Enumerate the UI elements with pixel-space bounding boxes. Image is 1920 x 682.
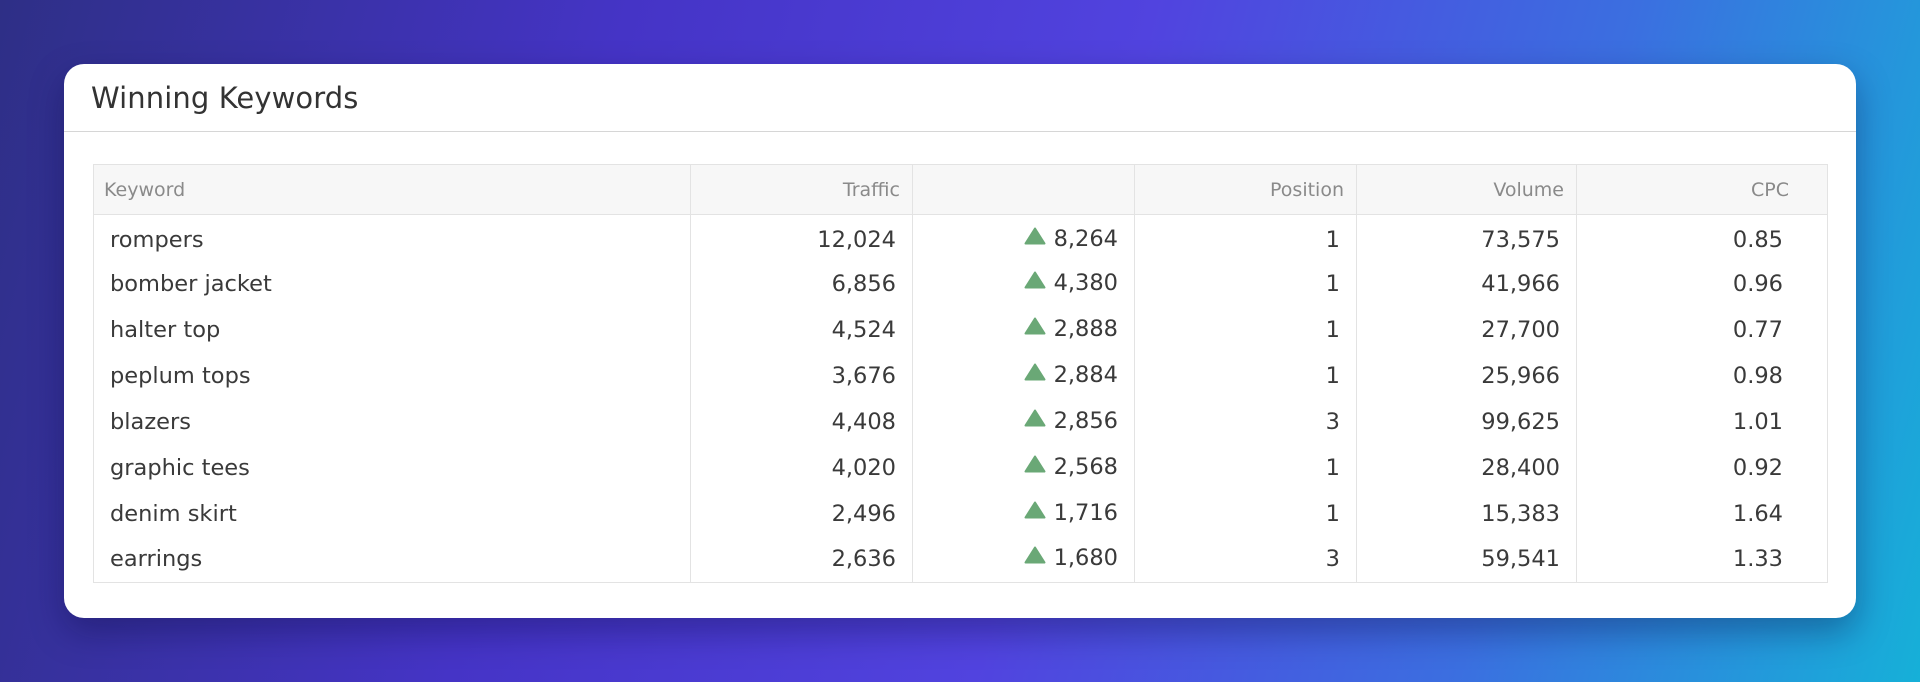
column-header-keyword[interactable]: Keyword: [93, 164, 691, 215]
volume-cell: 73,575: [1356, 214, 1577, 261]
keyword-cell: rompers: [93, 214, 691, 261]
card-header: Winning Keywords: [64, 64, 1856, 132]
triangle-up-icon: [1024, 227, 1046, 245]
change-value: 1,716: [1053, 499, 1118, 526]
table-header: Keyword Traffic Position Volume CPC: [93, 164, 1828, 215]
column-header-cpc[interactable]: CPC: [1576, 164, 1828, 215]
triangle-up-icon: [1024, 455, 1046, 473]
winning-keywords-card: Winning Keywords Keyword Traffic Positio…: [64, 64, 1856, 618]
traffic-cell: 3,676: [690, 352, 913, 399]
change-cell: 2,884: [912, 352, 1135, 399]
change-cell: 2,856: [912, 398, 1135, 445]
cpc-cell: 0.96: [1576, 260, 1828, 307]
keywords-table-container: Keyword Traffic Position Volume CPC romp…: [93, 164, 1828, 583]
keywords-table: Keyword Traffic Position Volume CPC romp…: [93, 164, 1828, 583]
position-cell: 1: [1134, 260, 1357, 307]
cpc-cell: 1.33: [1576, 536, 1828, 583]
cpc-cell: 0.85: [1576, 214, 1828, 261]
traffic-cell: 2,636: [690, 536, 913, 583]
table-row[interactable]: graphic tees 4,020 2,568 1 28,400 0.92: [93, 444, 1828, 491]
volume-cell: 25,966: [1356, 352, 1577, 399]
change-value: 8,264: [1053, 225, 1118, 252]
cpc-cell: 1.01: [1576, 398, 1828, 445]
table-row[interactable]: halter top 4,524 2,888 1 27,700 0.77: [93, 306, 1828, 353]
position-cell: 1: [1134, 490, 1357, 537]
table-row[interactable]: blazers 4,408 2,856 3 99,625 1.01: [93, 398, 1828, 445]
triangle-up-icon: [1024, 546, 1046, 564]
position-cell: 1: [1134, 306, 1357, 353]
keyword-cell: blazers: [93, 398, 691, 445]
keyword-cell: halter top: [93, 306, 691, 353]
table-row[interactable]: denim skirt 2,496 1,716 1 15,383 1.64: [93, 490, 1828, 537]
table-row[interactable]: rompers 12,024 8,264 1 73,575 0.85: [93, 214, 1828, 261]
change-value-group: 1,680: [1024, 545, 1118, 571]
change-value: 2,884: [1053, 361, 1118, 388]
cpc-cell: 1.64: [1576, 490, 1828, 537]
change-value: 2,856: [1053, 407, 1118, 434]
keyword-cell: denim skirt: [93, 490, 691, 537]
traffic-cell: 4,524: [690, 306, 913, 353]
change-value-group: 2,568: [1024, 454, 1118, 480]
change-value-group: 2,888: [1024, 316, 1118, 342]
table-row[interactable]: peplum tops 3,676 2,884 1 25,966 0.98: [93, 352, 1828, 399]
volume-cell: 41,966: [1356, 260, 1577, 307]
cpc-cell: 0.98: [1576, 352, 1828, 399]
traffic-cell: 4,408: [690, 398, 913, 445]
change-value: 4,380: [1053, 269, 1118, 296]
triangle-up-icon: [1024, 409, 1046, 427]
change-value: 1,680: [1053, 545, 1118, 572]
cpc-cell: 0.77: [1576, 306, 1828, 353]
triangle-up-icon: [1024, 501, 1046, 519]
column-header-traffic[interactable]: Traffic: [690, 164, 913, 215]
change-cell: 2,888: [912, 306, 1135, 353]
change-cell: 2,568: [912, 444, 1135, 491]
position-cell: 3: [1134, 398, 1357, 445]
table-row[interactable]: earrings 2,636 1,680 3 59,541 1.33: [93, 536, 1828, 583]
keyword-cell: peplum tops: [93, 352, 691, 399]
traffic-cell: 4,020: [690, 444, 913, 491]
triangle-up-icon: [1024, 363, 1046, 381]
table-body: rompers 12,024 8,264 1 73,575 0.85 bombe…: [93, 214, 1828, 583]
traffic-cell: 2,496: [690, 490, 913, 537]
header-row: Keyword Traffic Position Volume CPC: [93, 164, 1828, 215]
volume-cell: 15,383: [1356, 490, 1577, 537]
change-value: 2,888: [1053, 315, 1118, 342]
change-cell: 8,264: [912, 214, 1135, 261]
column-header-volume[interactable]: Volume: [1356, 164, 1577, 215]
cpc-cell: 0.92: [1576, 444, 1828, 491]
change-value: 2,568: [1053, 453, 1118, 480]
volume-cell: 27,700: [1356, 306, 1577, 353]
change-value-group: 2,884: [1024, 362, 1118, 388]
change-value-group: 2,856: [1024, 408, 1118, 434]
volume-cell: 99,625: [1356, 398, 1577, 445]
change-cell: 1,716: [912, 490, 1135, 537]
position-cell: 1: [1134, 352, 1357, 399]
keyword-cell: earrings: [93, 536, 691, 583]
change-value-group: 4,380: [1024, 270, 1118, 296]
position-cell: 3: [1134, 536, 1357, 583]
change-value-group: 8,264: [1024, 226, 1118, 252]
change-value-group: 1,716: [1024, 500, 1118, 526]
table-row[interactable]: bomber jacket 6,856 4,380 1 41,966 0.96: [93, 260, 1828, 307]
position-cell: 1: [1134, 214, 1357, 261]
change-cell: 1,680: [912, 536, 1135, 583]
triangle-up-icon: [1024, 317, 1046, 335]
column-header-change[interactable]: [912, 164, 1135, 215]
volume-cell: 59,541: [1356, 536, 1577, 583]
column-header-position[interactable]: Position: [1134, 164, 1357, 215]
keyword-cell: graphic tees: [93, 444, 691, 491]
triangle-up-icon: [1024, 271, 1046, 289]
traffic-cell: 6,856: [690, 260, 913, 307]
card-title: Winning Keywords: [91, 80, 359, 115]
position-cell: 1: [1134, 444, 1357, 491]
keyword-cell: bomber jacket: [93, 260, 691, 307]
traffic-cell: 12,024: [690, 214, 913, 261]
volume-cell: 28,400: [1356, 444, 1577, 491]
change-cell: 4,380: [912, 260, 1135, 307]
